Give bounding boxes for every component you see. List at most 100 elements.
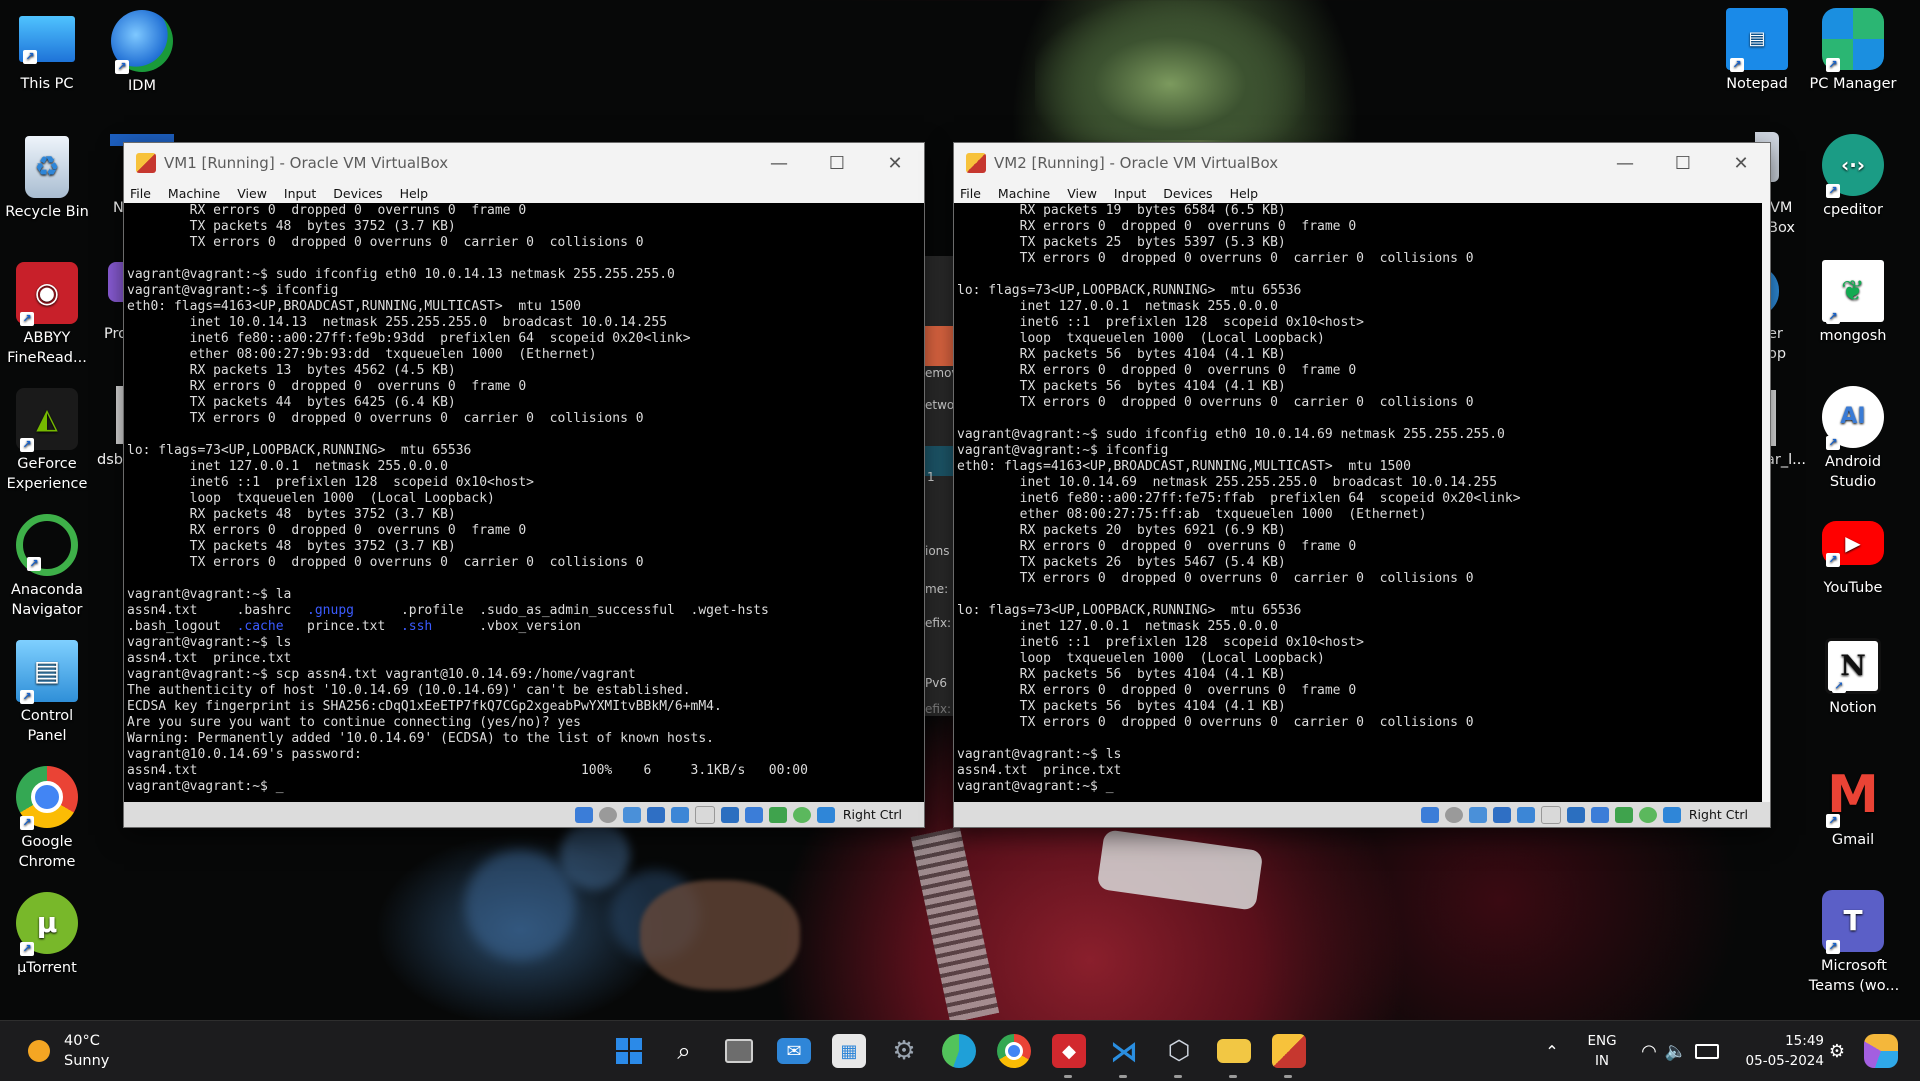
language-indicator[interactable]: ENG IN [1580,1031,1624,1071]
menu-view[interactable]: View [1067,186,1097,201]
keyboard-capture-icon[interactable] [1662,806,1681,823]
minimize-button[interactable]: — [1596,153,1654,174]
menu-devices[interactable]: Devices [333,186,382,201]
mouse-integration-icon[interactable] [792,806,811,823]
desktop-icon-abbyy[interactable]: ◉ ↗ ABBYY FineRead... [0,262,94,368]
display-icon[interactable] [720,806,739,823]
terminal-line: inet6 fe80::a00:27ff:fe9b:93dd prefixlen… [127,331,691,346]
virtualbox-vm-icon[interactable] [1272,1034,1306,1068]
vm1-title-bar[interactable]: VM1 [Running] - Oracle VM VirtualBox — ☐… [124,143,924,183]
audio-icon[interactable] [622,806,641,823]
desktop-icon-mongosh[interactable]: ❦ ↗ mongosh [1806,260,1900,346]
keyboard-capture-icon[interactable] [816,806,835,823]
usb-icon[interactable] [1516,806,1535,823]
vscode-icon[interactable]: ⋊ [1107,1034,1141,1068]
desktop-icon-utorrent[interactable]: µ ↗ µTorrent [0,892,94,978]
desktop-icon-notion[interactable]: N ↗ Notion [1806,638,1900,718]
maximize-button[interactable]: ☐ [1654,153,1712,174]
start-button[interactable] [612,1034,646,1068]
menu-input[interactable]: Input [284,186,316,201]
desktop-icon-control-panel[interactable]: ▤ ↗ Control Panel [0,640,94,746]
mail-icon[interactable]: ✉ [777,1038,811,1064]
chevron-up-icon[interactable]: ⌃ [1535,1034,1569,1068]
battery-icon[interactable] [1690,1034,1724,1068]
terminal-line: loop txqueuelen 1000 (Local Loopback) [957,331,1325,346]
shared-folders-icon[interactable] [1540,805,1561,824]
edge-icon[interactable] [942,1034,976,1068]
terminal-line: assn4.txt .bashrc .gnupg .profile .sudo_… [127,603,769,618]
desktop-icon-teams[interactable]: T ↗ Microsoft Teams (wo... [1806,890,1900,996]
file-explorer-icon[interactable] [1217,1039,1251,1063]
anydesk-icon[interactable]: ◆ [1052,1034,1086,1068]
windows-logo-icon [616,1038,642,1064]
video-capture-icon[interactable] [1590,806,1609,823]
network-icon[interactable] [646,806,665,823]
chrome-icon[interactable] [997,1034,1031,1068]
copilot-icon[interactable] [1864,1034,1898,1068]
virtualbox-icon[interactable]: ⬡ [1162,1034,1196,1068]
menu-devices[interactable]: Devices [1163,186,1212,201]
vm1-terminal[interactable]: RX errors 0 dropped 0 overruns 0 frame 0… [124,203,924,802]
hard-disk-icon[interactable] [574,806,593,823]
vm2-title-bar[interactable]: VM2 [Running] - Oracle VM VirtualBox — ☐… [954,143,1770,183]
menu-machine[interactable]: Machine [168,186,220,201]
desktop-icon-pc-manager[interactable]: ↗ PC Manager [1806,8,1900,94]
menu-input[interactable]: Input [1114,186,1146,201]
cpu-icon[interactable] [1614,806,1633,823]
terminal-line: loop txqueuelen 1000 (Local Loopback) [957,651,1325,666]
notification-icon[interactable]: ⚙ [1820,1034,1854,1068]
terminal-line: TX errors 0 dropped 0 overruns 0 carrier… [957,251,1474,266]
search-icon[interactable]: ⌕ [667,1034,701,1068]
menu-help[interactable]: Help [400,186,429,201]
desktop-icon-gmail[interactable]: M ↗ Gmail [1806,764,1900,850]
desktop-icon-idm[interactable]: ↗ IDM [95,10,189,96]
menu-machine[interactable]: Machine [998,186,1050,201]
desktop-icon-android-studio[interactable]: AI ↗ Android Studio [1806,386,1900,492]
desktop-icon-cpeditor[interactable]: ‹·› ↗ cpeditor [1806,134,1900,220]
desktop-icon-chrome[interactable]: ↗ Google Chrome [0,766,94,872]
store-icon[interactable]: ▦ [832,1034,866,1068]
menu-file[interactable]: File [130,186,151,201]
terminal-line: lo: flags=73<UP,LOOPBACK,RUNNING> mtu 65… [127,443,472,458]
menu-help[interactable]: Help [1230,186,1259,201]
desktop-icon-anaconda[interactable]: ↗ Anaconda Navigator [0,514,94,620]
vm1-window[interactable]: VM1 [Running] - Oracle VM VirtualBox — ☐… [124,143,924,827]
desktop-icon-recycle-bin[interactable]: ♻ Recycle Bin [0,136,94,222]
virtualbox-icon [136,153,156,173]
clock-date: 05-05-2024 [1745,1053,1824,1069]
maximize-button[interactable]: ☐ [808,153,866,174]
desktop-icon-this-pc[interactable]: ↗ This PC [0,10,94,94]
desktop-icon-geforce[interactable]: ◭ ↗ GeForce Experience [0,388,94,494]
close-button[interactable]: ✕ [1712,153,1770,174]
shared-folders-icon[interactable] [694,805,715,824]
optical-drive-icon[interactable] [598,806,617,823]
mouse-integration-icon[interactable] [1638,806,1657,823]
hard-disk-icon[interactable] [1420,806,1439,823]
pc-manager-icon: ↗ [1822,8,1884,72]
usb-icon[interactable] [670,806,689,823]
settings-icon[interactable]: ⚙ [887,1034,921,1068]
video-capture-icon[interactable] [744,806,763,823]
terminal-line: The authenticity of host '10.0.14.69 (10… [127,683,691,698]
terminal-line: inet 10.0.14.13 netmask 255.255.255.0 br… [127,315,668,330]
terminal-line: eth0: flags=4163<UP,BROADCAST,RUNNING,MU… [127,299,581,314]
weather-widget[interactable]: 40°C Sunny [24,1031,134,1071]
vm2-window[interactable]: VM2 [Running] - Oracle VM VirtualBox — ☐… [954,143,1770,827]
volume-icon[interactable]: 🔈 [1659,1034,1693,1068]
clock[interactable]: 15:49 05-05-2024 [1728,1031,1824,1071]
network-icon[interactable] [1492,806,1511,823]
close-button[interactable]: ✕ [866,153,924,174]
audio-icon[interactable] [1468,806,1487,823]
task-view-icon[interactable] [722,1034,756,1068]
menu-file[interactable]: File [960,186,981,201]
desktop-icon-youtube[interactable]: ▶ ↗ YouTube [1806,512,1900,598]
display-icon[interactable] [1566,806,1585,823]
desktop-icon-notepad[interactable]: ▤ ↗ Notepad [1710,8,1804,94]
terminal-line: RX packets 56 bytes 4104 (4.1 KB) [957,667,1286,682]
cpu-icon[interactable] [768,806,787,823]
menu-view[interactable]: View [237,186,267,201]
optical-drive-icon[interactable] [1444,806,1463,823]
vm2-terminal[interactable]: RX packets 19 bytes 6584 (6.5 KB) RX err… [954,203,1762,802]
minimize-button[interactable]: — [750,153,808,174]
